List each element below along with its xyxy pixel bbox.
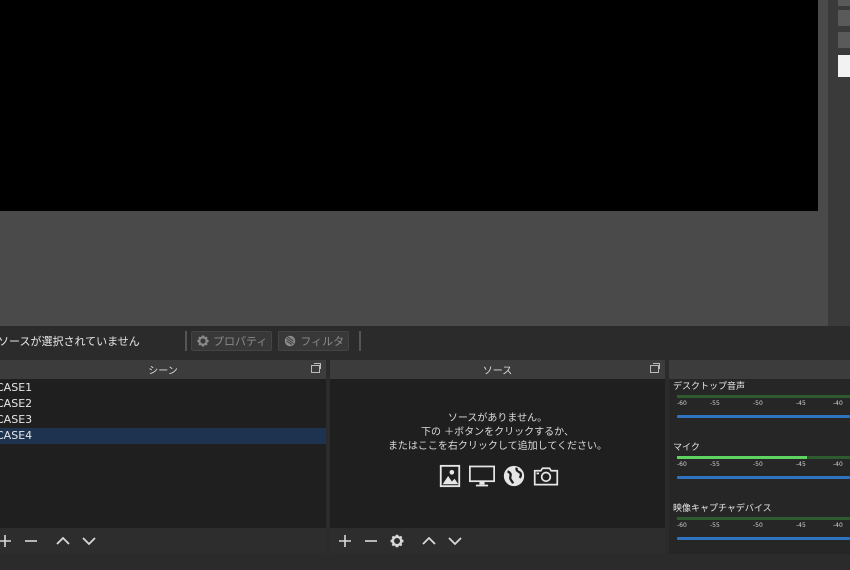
scene-item[interactable]: CASE2 bbox=[0, 396, 326, 412]
meter-scale-tick: -45 bbox=[796, 461, 806, 468]
move-source-up-button[interactable] bbox=[418, 530, 440, 552]
chevron-down-icon bbox=[448, 537, 462, 546]
mixer-channels: デスクトップ音声 -60 -55 -50 -45 -40 マイク -60 -55 -50 -45 -4… bbox=[669, 379, 850, 554]
meter-scale-tick: -40 bbox=[833, 461, 843, 468]
source-type-icons bbox=[330, 463, 665, 489]
mixer-channel-name: デスクトップ音声 bbox=[673, 382, 746, 392]
properties-button[interactable]: プロパティ bbox=[191, 331, 273, 351]
mixer-channel: マイク -60 -55 -50 -45 -40 bbox=[673, 442, 850, 494]
volume-meter bbox=[677, 517, 850, 520]
minus-icon bbox=[365, 540, 377, 542]
strip-button-1[interactable] bbox=[838, 0, 850, 6]
scenes-dock: シーン CASE1 CASE2 CASE3 CASE4 bbox=[0, 360, 326, 554]
minus-icon bbox=[25, 540, 37, 542]
mixer-channel: デスクトップ音声 -60 -55 -50 -45 -40 bbox=[673, 381, 850, 433]
camera-icon bbox=[533, 463, 559, 489]
obs-window: ソースが選択されていません プロパティ フィルタ シーン CASE1 CASE2… bbox=[0, 0, 850, 570]
mixer-dock-title bbox=[669, 360, 850, 379]
meter-scale-tick: -60 bbox=[677, 461, 687, 468]
filter-icon bbox=[283, 334, 297, 348]
gear-icon bbox=[390, 534, 404, 548]
volume-meter-fill bbox=[677, 456, 807, 459]
chevron-up-icon bbox=[56, 536, 70, 545]
meter-scale-tick: -55 bbox=[710, 400, 720, 407]
meter-scale-tick: -40 bbox=[833, 400, 843, 407]
remove-scene-button[interactable] bbox=[20, 530, 42, 552]
empty-line-1: ソースがありません。 bbox=[447, 413, 548, 424]
volume-fader[interactable] bbox=[677, 415, 850, 418]
toolbar-separator-end bbox=[359, 331, 362, 351]
scenes-toolbar bbox=[0, 528, 326, 554]
undock-icon[interactable] bbox=[311, 363, 321, 373]
audio-mixer-dock: デスクトップ音声 -60 -55 -50 -45 -40 マイク -60 -55 -50 -45 -4… bbox=[669, 360, 850, 554]
meter-scale-tick: -55 bbox=[710, 461, 720, 468]
display-icon bbox=[468, 463, 495, 489]
scenes-dock-title: シーン bbox=[0, 360, 326, 379]
no-source-selected-label: ソースが選択されていません bbox=[0, 335, 140, 348]
meter-scale-tick: -50 bbox=[753, 522, 763, 529]
filters-button[interactable]: フィルタ bbox=[278, 331, 350, 351]
plus-icon bbox=[339, 535, 351, 547]
toolbar-separator bbox=[185, 331, 187, 351]
add-scene-button[interactable] bbox=[0, 530, 16, 552]
volume-meter bbox=[677, 456, 850, 459]
globe-icon bbox=[501, 463, 527, 489]
strip-button-active[interactable] bbox=[838, 55, 850, 77]
scenes-title: シーン bbox=[148, 366, 178, 377]
meter-scale-tick: -45 bbox=[796, 400, 806, 407]
preview-area[interactable] bbox=[0, 0, 828, 326]
sources-empty-message: ソースがありません。 下の ＋ボタンをクリックするか、 またはここを右クリックし… bbox=[330, 412, 665, 454]
scene-list[interactable]: CASE1 CASE2 CASE3 CASE4 bbox=[0, 379, 326, 528]
empty-line-3: またはここを右クリックして追加してください。 bbox=[387, 441, 608, 452]
filters-label: フィルタ bbox=[300, 335, 345, 348]
chevron-down-icon bbox=[82, 537, 96, 546]
right-control-strip bbox=[828, 0, 850, 326]
source-toolbar: ソースが選択されていません プロパティ フィルタ bbox=[0, 326, 850, 356]
meter-scale-tick: -50 bbox=[753, 400, 763, 407]
undock-icon[interactable] bbox=[650, 363, 660, 373]
source-properties-button[interactable] bbox=[386, 530, 408, 552]
mixer-channel-name: 映像キャプチャデバイス bbox=[673, 504, 772, 514]
mixer-channel: 映像キャプチャデバイス -60 -55 -50 -45 -40 bbox=[673, 503, 850, 555]
meter-scale-tick: -50 bbox=[753, 461, 763, 468]
mixer-channel-name: マイク bbox=[673, 443, 700, 453]
scene-item[interactable]: CASE1 bbox=[0, 380, 326, 396]
volume-fader[interactable] bbox=[677, 476, 850, 479]
meter-scale-tick: -60 bbox=[677, 522, 687, 529]
volume-meter bbox=[677, 395, 850, 398]
sources-toolbar bbox=[330, 528, 665, 554]
remove-source-button[interactable] bbox=[360, 530, 382, 552]
preview-canvas[interactable] bbox=[0, 0, 818, 211]
empty-line-2: 下の ＋ボタンをクリックするか、 bbox=[421, 427, 574, 438]
move-scene-down-button[interactable] bbox=[78, 530, 100, 552]
gear-icon bbox=[196, 334, 210, 348]
scene-item[interactable]: CASE3 bbox=[0, 412, 326, 428]
strip-button-2[interactable] bbox=[838, 10, 850, 26]
plus-icon bbox=[0, 535, 11, 547]
image-icon bbox=[437, 463, 463, 489]
meter-scale-tick: -40 bbox=[833, 522, 843, 529]
properties-label: プロパティ bbox=[213, 335, 268, 348]
move-source-down-button[interactable] bbox=[444, 530, 466, 552]
sources-dock: ソース ソースがありません。 下の ＋ボタンをクリックするか、 またはここを右ク… bbox=[330, 360, 665, 554]
add-source-button[interactable] bbox=[334, 530, 356, 552]
meter-scale-tick: -60 bbox=[677, 400, 687, 407]
meter-scale-tick: -55 bbox=[710, 522, 720, 529]
meter-scale-tick: -45 bbox=[796, 522, 806, 529]
volume-fader[interactable] bbox=[677, 537, 850, 540]
sources-dock-title: ソース bbox=[330, 360, 665, 379]
sources-title: ソース bbox=[482, 366, 513, 377]
move-scene-up-button[interactable] bbox=[52, 530, 74, 552]
strip-button-3[interactable] bbox=[838, 32, 850, 48]
source-list[interactable]: ソースがありません。 下の ＋ボタンをクリックするか、 またはここを右クリックし… bbox=[330, 379, 665, 528]
scene-item-selected[interactable]: CASE4 bbox=[0, 428, 326, 444]
chevron-up-icon bbox=[422, 536, 436, 545]
